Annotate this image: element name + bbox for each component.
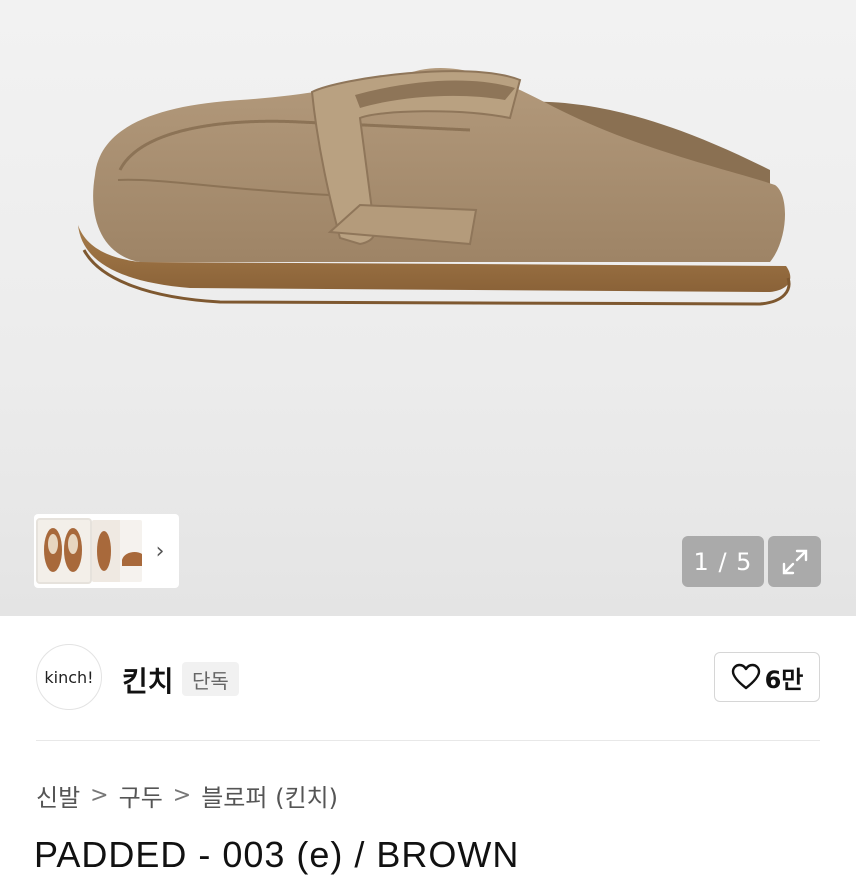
thumbnail-shoe-side-image <box>92 520 142 582</box>
expand-button[interactable] <box>768 536 821 587</box>
product-title: PADDED - 003 (e) / BROWN <box>34 834 520 875</box>
expand-icon <box>782 549 807 574</box>
brand-name[interactable]: 킨치 <box>122 660 174 700</box>
like-button[interactable]: 6만 <box>714 652 820 702</box>
brand-logo[interactable]: kinch! <box>36 644 102 710</box>
product-image-gallery[interactable]: › 1 / 5 <box>0 0 856 616</box>
brand-logo-text: kinch! <box>44 667 94 687</box>
chevron-right-icon[interactable]: › <box>148 539 172 564</box>
brand-row: kinch! 킨치 단독 6만 <box>0 616 856 740</box>
breadcrumb-item-shoes[interactable]: 신발 <box>36 778 80 813</box>
heart-outline-icon <box>731 663 760 690</box>
thumbnail-1[interactable] <box>36 518 92 584</box>
exclusive-badge: 단독 <box>182 662 239 696</box>
image-counter: 1 / 5 <box>682 536 764 587</box>
thumbnail-2[interactable] <box>92 520 142 582</box>
chevron-right-icon: > <box>90 783 109 808</box>
thumbnail-strip[interactable]: › <box>34 514 179 588</box>
chevron-right-icon: > <box>172 783 192 808</box>
like-count: 6만 <box>764 665 804 694</box>
breadcrumb: 신발 > 구두 > 블로퍼 (킨치) <box>36 778 338 813</box>
divider <box>36 740 820 741</box>
breadcrumb-item-dress-shoes[interactable]: 구두 <box>119 778 163 813</box>
breadcrumb-item-bloafer[interactable]: 블로퍼 (킨치) <box>201 778 338 813</box>
thumbnail-shoe-pair-image <box>44 528 82 572</box>
